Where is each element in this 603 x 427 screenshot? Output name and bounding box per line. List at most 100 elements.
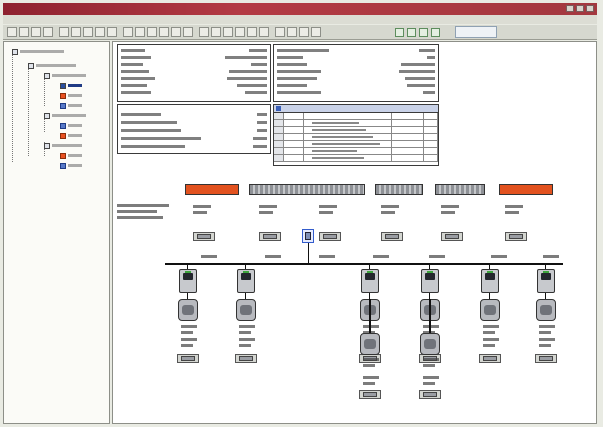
toolbar-button[interactable]	[7, 27, 17, 37]
motor-button[interactable]	[381, 232, 403, 241]
table-cell[interactable]	[304, 134, 392, 141]
drive-settings-button[interactable]	[479, 354, 501, 363]
table-cell[interactable]	[392, 155, 424, 162]
toolbar-button[interactable]	[247, 27, 257, 37]
drive-unit[interactable]	[237, 269, 255, 293]
toolbar-button[interactable]	[287, 27, 297, 37]
motor-unit[interactable]	[236, 299, 256, 321]
table-cell[interactable]	[284, 134, 304, 141]
table-cell[interactable]	[304, 155, 392, 162]
tree-node[interactable]	[28, 62, 76, 69]
drive-settings-button[interactable]	[535, 354, 557, 363]
table-cell[interactable]	[304, 127, 392, 134]
drive-unit[interactable]	[361, 269, 379, 293]
motor-unit[interactable]	[420, 333, 440, 355]
motor-button[interactable]	[259, 232, 281, 241]
tree-node[interactable]	[44, 112, 86, 119]
toolbar-button[interactable]	[71, 27, 81, 37]
toolbar-button[interactable]	[135, 27, 145, 37]
close-icon[interactable]	[586, 5, 594, 12]
toolbar-button[interactable]	[235, 27, 245, 37]
toolbar-button[interactable]	[211, 27, 221, 37]
drive-unit[interactable]	[537, 269, 555, 293]
motor-button[interactable]	[193, 232, 215, 241]
table-cell[interactable]	[304, 113, 392, 120]
toolbar-button[interactable]	[199, 27, 209, 37]
workspace[interactable]	[112, 41, 597, 424]
toolbar-button[interactable]	[123, 27, 133, 37]
maximize-icon[interactable]	[576, 5, 584, 12]
drive-unit[interactable]	[481, 269, 499, 293]
toolbar-button[interactable]	[95, 27, 105, 37]
motor-unit[interactable]	[536, 299, 556, 321]
toolbar-button[interactable]	[107, 27, 117, 37]
conveyor-section[interactable]	[249, 184, 365, 195]
table-cell[interactable]	[304, 120, 392, 127]
tree-node[interactable]	[12, 48, 64, 55]
drive-unit[interactable]	[179, 269, 197, 293]
table-cell[interactable]	[392, 148, 424, 155]
tree-node[interactable]	[44, 142, 82, 149]
tree-node[interactable]	[60, 82, 82, 89]
motor-button[interactable]	[319, 232, 341, 241]
project-tree[interactable]	[3, 41, 110, 424]
table-cell[interactable]	[284, 113, 304, 120]
tree-node[interactable]	[60, 152, 82, 159]
motor-unit[interactable]	[360, 333, 380, 355]
conveyor-section[interactable]	[185, 184, 239, 195]
drive-unit[interactable]	[421, 269, 439, 293]
table-cell[interactable]	[424, 134, 438, 141]
toolbar-button[interactable]	[183, 27, 193, 37]
table-cell[interactable]	[392, 113, 424, 120]
toolbar-button[interactable]	[59, 27, 69, 37]
table-cell[interactable]	[424, 113, 438, 120]
motor-settings-button[interactable]	[359, 390, 381, 399]
table-cell[interactable]	[304, 148, 392, 155]
conveyor-section[interactable]	[435, 184, 485, 195]
toolbar-button[interactable]	[171, 27, 181, 37]
conveyor-section[interactable]	[375, 184, 423, 195]
table-cell[interactable]	[274, 120, 284, 127]
toolbar-button[interactable]	[43, 27, 53, 37]
toolbar-button[interactable]	[223, 27, 233, 37]
tree-node[interactable]	[60, 122, 82, 129]
table-cell[interactable]	[304, 141, 392, 148]
toolbar-button[interactable]	[299, 27, 309, 37]
table-cell[interactable]	[284, 127, 304, 134]
table-cell[interactable]	[284, 120, 304, 127]
table-cell[interactable]	[274, 113, 284, 120]
motor-unit[interactable]	[480, 299, 500, 321]
toolbar-button[interactable]	[275, 27, 285, 37]
table-cell[interactable]	[424, 120, 438, 127]
table-cell[interactable]	[392, 120, 424, 127]
table-cell[interactable]	[274, 148, 284, 155]
tree-node[interactable]	[60, 162, 82, 169]
drive-settings-button[interactable]	[235, 354, 257, 363]
motor-button[interactable]	[441, 232, 463, 241]
tree-node[interactable]	[60, 132, 82, 139]
toolbar-button[interactable]	[311, 27, 321, 37]
table-cell[interactable]	[284, 155, 304, 162]
toolbar-button[interactable]	[159, 27, 169, 37]
table-cell[interactable]	[284, 141, 304, 148]
table-cell[interactable]	[424, 141, 438, 148]
table-cell[interactable]	[392, 141, 424, 148]
table-cell[interactable]	[392, 127, 424, 134]
table-cell[interactable]	[274, 155, 284, 162]
table-cell[interactable]	[274, 127, 284, 134]
motor-button[interactable]	[505, 232, 527, 241]
table-cell[interactable]	[424, 155, 438, 162]
toolbar-button[interactable]	[31, 27, 41, 37]
table-cell[interactable]	[284, 148, 304, 155]
supply-module-icon[interactable]	[302, 229, 314, 243]
conveyor-section[interactable]	[499, 184, 553, 195]
toolbar-button[interactable]	[259, 27, 269, 37]
tree-node[interactable]	[60, 102, 82, 109]
table-cell[interactable]	[424, 127, 438, 134]
table-cell[interactable]	[274, 141, 284, 148]
toolbar-button[interactable]	[147, 27, 157, 37]
motor-settings-button[interactable]	[419, 390, 441, 399]
table-cell[interactable]	[424, 148, 438, 155]
results-table[interactable]	[273, 104, 439, 166]
motor-unit[interactable]	[178, 299, 198, 321]
